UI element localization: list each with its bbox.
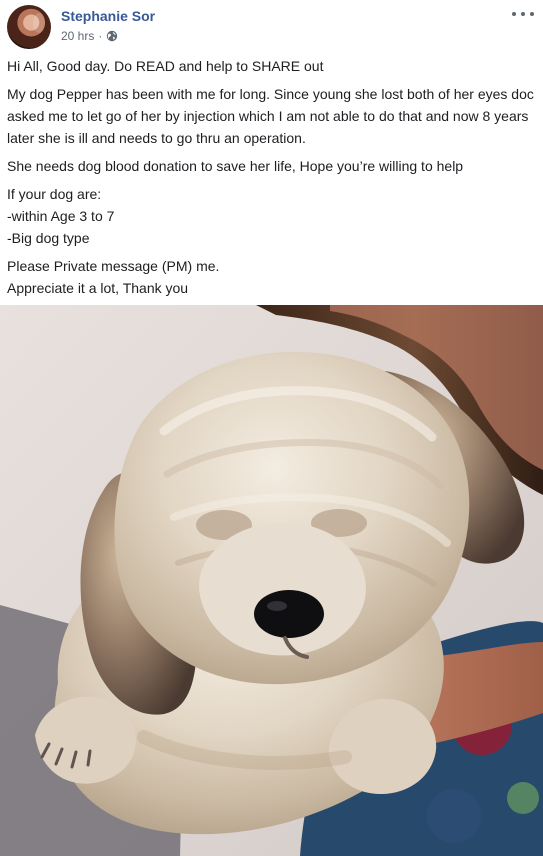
author-avatar[interactable] xyxy=(7,5,51,49)
requirement-item: -Big dog type xyxy=(7,230,90,246)
post-paragraph-1: Hi All, Good day. Do READ and help to SH… xyxy=(7,58,324,74)
globe-icon[interactable] xyxy=(106,30,118,42)
author-name-link[interactable]: Stephanie Sor xyxy=(61,8,155,24)
closing-line: Please Private message (PM) me. xyxy=(7,258,220,274)
requirements-intro: If your dog are: xyxy=(7,186,102,202)
meta-separator: · xyxy=(98,29,103,43)
more-options-icon[interactable] xyxy=(512,6,534,22)
dress-flower xyxy=(507,782,539,814)
post-meta: 20 hrs · xyxy=(61,29,118,43)
post-header: Stephanie Sor 20 hrs · xyxy=(0,0,543,56)
more-options-dot-left xyxy=(512,12,516,16)
requirement-item: -within Age 3 to 7 xyxy=(7,208,115,224)
post-timestamp[interactable]: 20 hrs xyxy=(61,29,94,43)
post-paragraph-3: She needs dog blood donation to save her… xyxy=(7,158,464,174)
dog-nose-highlight xyxy=(267,601,287,611)
post-body: Hi All, Good day. Do READ and help to SH… xyxy=(7,55,536,305)
dress-flower xyxy=(427,789,481,843)
requirements-block: If your dog are: -within Age 3 to 7 -Big… xyxy=(7,183,536,249)
dog-nose xyxy=(254,590,324,638)
post-paragraph-2: My dog Pepper has been with me for long.… xyxy=(7,86,534,146)
facebook-post: Stephanie Sor 20 hrs · Hi All, Good day.… xyxy=(0,0,543,856)
closing-block: Please Private message (PM) me. Apprecia… xyxy=(7,255,536,299)
more-options-dot-middle xyxy=(521,12,525,16)
avatar-highlight xyxy=(33,13,45,33)
more-options-dot-right xyxy=(530,12,534,16)
post-photo[interactable] xyxy=(0,305,543,856)
closing-line: Appreciate it a lot, Thank you xyxy=(7,280,189,296)
